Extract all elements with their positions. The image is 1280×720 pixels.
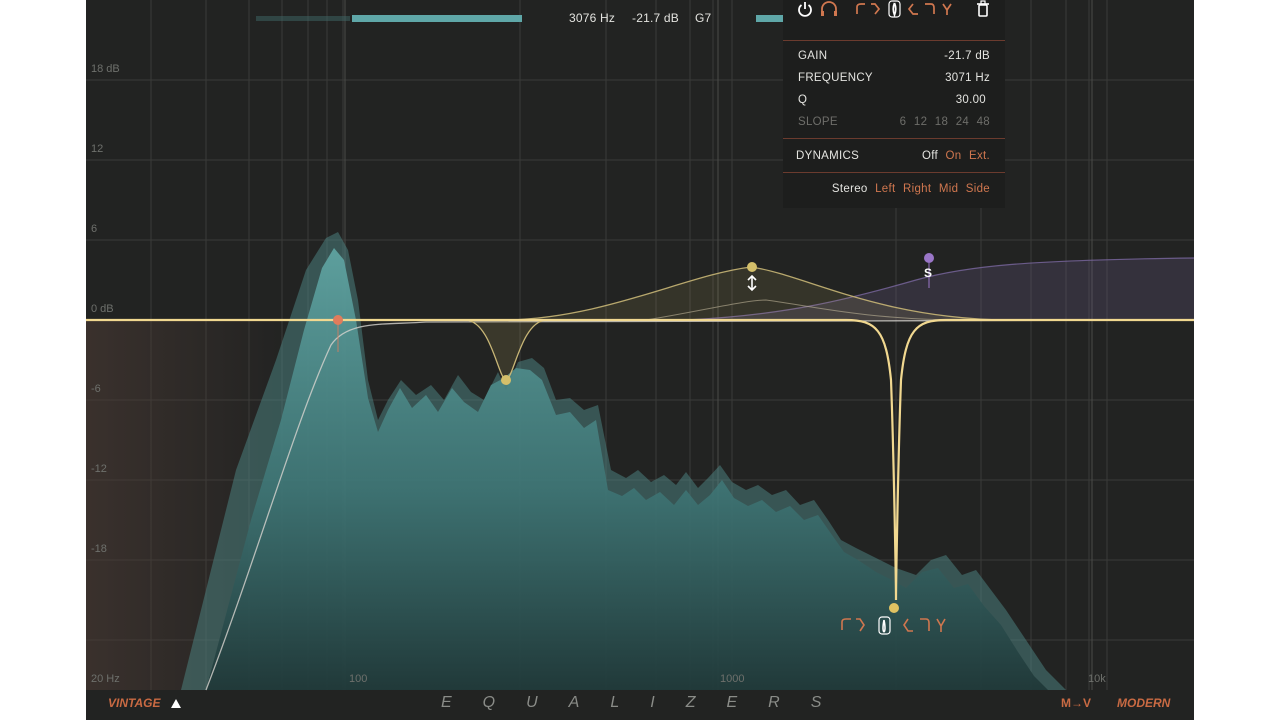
modern-button[interactable]: MODERN <box>1117 696 1170 710</box>
note-readout: G7 <box>695 11 712 25</box>
notch-icon <box>942 3 952 15</box>
y-label-0: 0 dB <box>91 303 114 315</box>
stereo-right-option[interactable]: Right <box>903 183 931 195</box>
q-label: Q <box>798 94 808 106</box>
power-icon[interactable] <box>796 0 814 18</box>
slope-option[interactable]: 6 <box>900 116 907 128</box>
band-node-4-selected[interactable] <box>889 603 899 613</box>
dynamics-label: DYNAMICS <box>796 150 860 162</box>
filter-type-toolbar[interactable] <box>855 0 967 18</box>
band-node-2[interactable] <box>501 375 511 385</box>
slope-option[interactable]: 24 <box>956 116 969 128</box>
eq-display[interactable]: 18 dB 12 6 0 dB -6 -12 -18 20 Hz 100 100… <box>86 0 1194 720</box>
level-meter-right <box>756 15 786 22</box>
dynamics-row: DYNAMICS Off On Ext. <box>796 150 990 162</box>
slope-option[interactable]: 48 <box>977 116 990 128</box>
band-node-1[interactable] <box>333 315 343 325</box>
y-label-neg18: -18 <box>91 543 107 555</box>
frequency-label: FREQUENCY <box>798 72 873 84</box>
y-label-6: 6 <box>91 223 98 235</box>
y-label-18: 18 dB <box>91 63 120 75</box>
stereo-mid-option[interactable]: Mid <box>939 183 958 195</box>
slope-label: SLOPE <box>798 116 838 128</box>
frequency-readout: 3076 Hz <box>569 11 616 25</box>
stereo-label: Stereo <box>831 183 868 195</box>
high-shelf-icon <box>907 3 918 15</box>
level-meter-left <box>256 15 522 22</box>
slope-option[interactable]: 18 <box>935 116 948 128</box>
dynamics-ext-option[interactable]: Ext. <box>969 150 990 162</box>
low-cut-icon <box>856 3 865 14</box>
frequency-row[interactable]: FREQUENCY 3071 Hz <box>798 72 990 84</box>
gain-readout: -21.7 dB <box>632 11 679 25</box>
x-label-10k: 10k <box>1088 673 1106 685</box>
stereo-row: Stereo Left Right Mid Side <box>832 183 990 195</box>
frequency-value[interactable]: 3071 Hz <box>945 72 990 84</box>
dynamics-off-option[interactable]: Off <box>922 150 938 162</box>
slope-options: 6 12 18 24 48 <box>896 116 990 128</box>
gain-label: GAIN <box>798 50 828 62</box>
vintage-button[interactable]: VINTAGE <box>108 696 160 710</box>
dynamics-options: Off On Ext. <box>918 150 990 162</box>
band-parameters-panel: GAIN -21.7 dB FREQUENCY 3071 Hz Q 30.00 … <box>783 0 1005 208</box>
x-label-20hz: 20 Hz <box>91 673 120 685</box>
dynamics-on-option[interactable]: On <box>946 150 962 162</box>
y-label-neg6: -6 <box>91 383 101 395</box>
stereo-left-option[interactable]: Left <box>875 183 895 195</box>
slope-option[interactable]: 12 <box>914 116 927 128</box>
x-label-1000: 1000 <box>720 673 745 685</box>
headphones-icon[interactable] <box>819 0 839 18</box>
y-label-neg12: -12 <box>91 463 107 475</box>
side-band-label: S <box>924 266 933 280</box>
triangle-up-icon[interactable] <box>171 699 181 708</box>
eq-graph[interactable] <box>86 0 1194 720</box>
band-node-side[interactable] <box>924 253 934 263</box>
low-shelf-icon <box>871 3 881 15</box>
gain-value[interactable]: -21.7 dB <box>944 50 990 62</box>
gain-row[interactable]: GAIN -21.7 dB <box>798 50 990 62</box>
x-label-100: 100 <box>349 673 368 685</box>
slope-row: SLOPE 6 12 18 24 48 <box>798 116 990 128</box>
q-value[interactable]: 30.00 <box>956 94 986 106</box>
equalizers-title: EQUALIZERS <box>441 694 853 711</box>
q-row[interactable]: Q 30.00 <box>798 94 990 106</box>
band-node-3[interactable] <box>747 262 757 272</box>
trash-icon[interactable] <box>976 0 990 18</box>
high-cut-icon <box>925 3 935 14</box>
bell-icon <box>888 0 901 18</box>
mode-toggle[interactable]: M→V <box>1061 696 1091 710</box>
y-label-12: 12 <box>91 143 104 155</box>
stereo-side-option[interactable]: Side <box>966 183 990 195</box>
